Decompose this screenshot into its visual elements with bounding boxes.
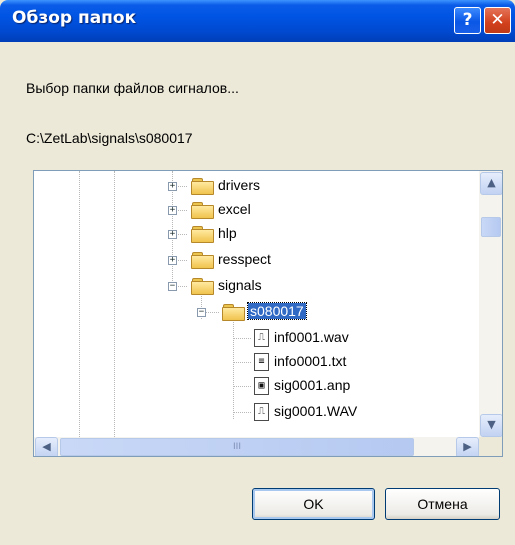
scroll-right-button[interactable]: ▶	[456, 437, 479, 456]
anp-file-icon: ▣	[254, 377, 269, 395]
tree-node-label: inf0001.wav	[274, 329, 349, 345]
folder-icon	[191, 226, 214, 243]
expand-icon[interactable]: +	[168, 230, 177, 239]
scroll-left-button[interactable]: ◀	[35, 437, 58, 456]
vertical-scroll-thumb[interactable]	[481, 217, 501, 237]
wav-file-icon: ⎍	[254, 329, 269, 347]
tree-node-file[interactable]: ⎍ inf0001.wav	[34, 327, 474, 349]
tree-node-label: hlp	[218, 225, 237, 241]
folder-icon	[191, 252, 214, 269]
text-file-icon: ≡	[254, 353, 269, 371]
ok-button[interactable]: OK	[252, 488, 375, 520]
tree-node-excel[interactable]: + excel	[34, 199, 474, 221]
expand-icon[interactable]: +	[168, 206, 177, 215]
scroll-up-button[interactable]: ▲	[480, 172, 502, 195]
tree-node-file[interactable]: ▣ sig0001.anp	[34, 375, 474, 397]
folder-icon	[191, 202, 214, 219]
tree-node-label: drivers	[218, 177, 261, 193]
expand-icon[interactable]: +	[168, 182, 177, 191]
folder-browse-dialog: Обзор папок ? ✕ Выбор папки файлов сигна…	[0, 0, 515, 545]
window-title: Обзор папок	[12, 8, 137, 28]
vertical-scrollbar[interactable]: ▲ ▼	[479, 171, 502, 437]
tree-node-label: sig0001.anp	[274, 377, 351, 393]
tree-node-label: info0001.txt	[274, 353, 347, 369]
tree-connector	[233, 338, 251, 339]
tree-node-file[interactable]: ≡ info0001.txt	[34, 351, 474, 373]
scrollbar-corner	[479, 437, 502, 456]
folder-open-icon	[191, 278, 214, 295]
tree-connector	[233, 412, 251, 413]
tree-node-label: resspect	[218, 251, 271, 267]
tree-node-s080017[interactable]: − s080017	[34, 301, 474, 323]
folder-open-icon	[222, 304, 245, 321]
selected-folder-label: s080017	[247, 302, 307, 320]
tree-node-label: excel	[218, 201, 251, 217]
tree-connector	[233, 386, 251, 387]
tree-node-label: sig0001.WAV	[274, 403, 358, 419]
tree-node-label: signals	[218, 277, 262, 293]
folder-icon	[191, 178, 214, 195]
folder-tree[interactable]: + drivers + excel + hlp + resspect − sig…	[33, 170, 503, 457]
tree-connector	[233, 362, 251, 363]
close-button[interactable]: ✕	[484, 7, 511, 34]
scroll-down-button[interactable]: ▼	[480, 414, 502, 437]
horizontal-scroll-thumb[interactable]: III	[60, 438, 414, 456]
dialog-description: Выбор папки файлов сигналов...	[26, 80, 239, 96]
help-button[interactable]: ?	[454, 7, 481, 34]
title-bar[interactable]: Обзор папок ? ✕	[0, 0, 515, 42]
tree-node-resspect[interactable]: + resspect	[34, 249, 474, 271]
collapse-icon[interactable]: −	[197, 308, 206, 317]
tree-node-signals[interactable]: − signals	[34, 275, 474, 297]
expand-icon[interactable]: +	[168, 256, 177, 265]
cancel-button[interactable]: Отмена	[385, 488, 500, 520]
wav-file-icon: ⎍	[254, 403, 269, 421]
collapse-icon[interactable]: −	[168, 282, 177, 291]
horizontal-scrollbar[interactable]: ◀ III ▶	[34, 437, 479, 456]
tree-node-drivers[interactable]: + drivers	[34, 175, 474, 197]
current-path: C:\ZetLab\signals\s080017	[26, 130, 193, 146]
tree-node-file[interactable]: ⎍ sig0001.WAV	[34, 401, 474, 423]
tree-node-hlp[interactable]: + hlp	[34, 223, 474, 245]
